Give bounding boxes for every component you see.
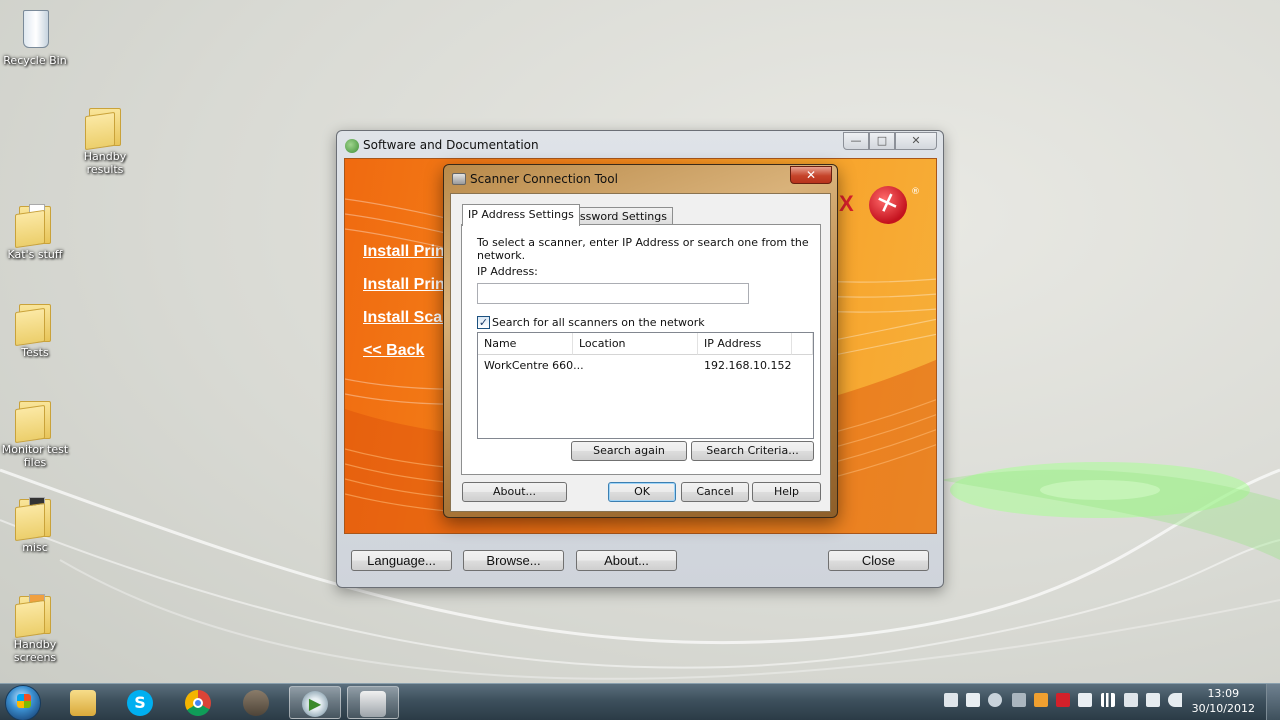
volume-icon[interactable]: [1168, 693, 1182, 707]
scanner-ip-cell: 192.168.10.152: [704, 359, 792, 372]
cancel-button[interactable]: Cancel: [681, 482, 749, 502]
desktop-icon-label: Handby results: [83, 150, 127, 176]
desktop-icon-tests[interactable]: Tests: [0, 300, 72, 359]
windows-logo-icon: [17, 694, 31, 708]
search-network-label: Search for all scanners on the network: [492, 316, 705, 329]
clock-date: 30/10/2012: [1191, 702, 1255, 715]
desktop-icon-handby-screens[interactable]: Handby screens: [0, 592, 72, 664]
column-header-name[interactable]: Name: [478, 333, 573, 355]
ip-address-input[interactable]: [477, 283, 749, 304]
folder-icon: [15, 300, 55, 347]
folder-icon: [15, 397, 55, 444]
network-signal-icon[interactable]: [1101, 693, 1115, 707]
language-button[interactable]: Language...: [351, 550, 452, 571]
printer-tray-icon[interactable]: [944, 693, 958, 707]
search-criteria-button[interactable]: Search Criteria...: [691, 441, 814, 461]
scanner-name-cell: WorkCentre 660...: [484, 359, 584, 372]
chrome-icon: [185, 690, 211, 716]
network-tray-icon[interactable]: [1124, 693, 1138, 707]
install-print-driver-link[interactable]: Install Print: [363, 243, 450, 261]
xerox-logo-icon: ✕: [869, 186, 907, 224]
back-link[interactable]: << Back: [363, 342, 424, 360]
power-tray-icon[interactable]: [1146, 693, 1160, 707]
search-network-checkbox[interactable]: ✓: [477, 316, 490, 329]
device-tray-icon[interactable]: [1012, 693, 1026, 707]
show-desktop-button[interactable]: [1266, 684, 1280, 720]
about-button[interactable]: About...: [576, 550, 677, 571]
media-player-icon: ▶: [302, 691, 328, 717]
close-button[interactable]: Close: [828, 550, 929, 571]
ip-settings-panel: To select a scanner, enter IP Address or…: [461, 224, 821, 475]
minimize-button[interactable]: —: [843, 132, 869, 150]
desktop-icon-recycle-bin[interactable]: Recycle Bin: [0, 8, 72, 67]
desktop-icon-label: Tests: [21, 346, 49, 359]
maximize-button[interactable]: □: [869, 132, 895, 150]
desktop-icon-label: Handby screens: [13, 638, 57, 664]
system-clock[interactable]: 13:09 30/10/2012: [1192, 686, 1255, 716]
dialog-close-button[interactable]: ✕: [790, 166, 832, 184]
action-center-flag-icon[interactable]: [1078, 693, 1092, 707]
start-button[interactable]: [5, 685, 41, 720]
drive-tray-icon[interactable]: [988, 693, 1002, 707]
ati-tray-icon[interactable]: [1056, 693, 1070, 707]
scanner-connection-dialog: Scanner Connection Tool ✕ IP Address Set…: [443, 164, 838, 518]
desktop-icon-label: Recycle Bin: [3, 54, 67, 67]
folder-icon: [15, 495, 55, 542]
security-tray-icon[interactable]: [1034, 693, 1048, 707]
help-button[interactable]: Help: [752, 482, 821, 502]
app-icon: [345, 139, 359, 153]
folder-icon: [85, 104, 125, 151]
column-header-filler: [792, 333, 813, 355]
desktop-icon-misc[interactable]: misc: [0, 495, 72, 554]
scanner-tool-icon: [360, 691, 386, 717]
windows-explorer-icon: [70, 690, 96, 716]
dialog-body: IP Address Settings Password Settings To…: [450, 193, 831, 512]
registered-mark: ®: [911, 187, 920, 197]
ok-button[interactable]: OK: [608, 482, 676, 502]
install-scan-link[interactable]: Install Scar: [363, 309, 448, 327]
taskbar-gimp[interactable]: [231, 686, 283, 719]
desktop-icon-monitor-test-files[interactable]: Monitor test files: [0, 397, 72, 469]
skype-icon: S: [127, 690, 153, 716]
gimp-icon: [243, 690, 269, 716]
desktop-icon-label: Monitor test files: [1, 443, 69, 469]
search-again-button[interactable]: Search again: [571, 441, 687, 461]
instruction-text: To select a scanner, enter IP Address or…: [477, 236, 809, 262]
xerox-logo-text: X: [839, 191, 854, 216]
taskbar-explorer[interactable]: [58, 686, 110, 719]
desktop-icon-handby-results[interactable]: Handby results: [68, 104, 142, 176]
folder-icon: [15, 202, 55, 249]
window-title: Software and Documentation: [363, 138, 539, 152]
tab-ip-address-settings[interactable]: IP Address Settings: [462, 204, 580, 226]
scanner-list[interactable]: Name Location IP Address WorkCentre 660.…: [477, 332, 814, 439]
window-close-button[interactable]: ✕: [895, 132, 937, 150]
desktop-icon-label: Kat's stuff: [7, 248, 63, 261]
caption-buttons: — □ ✕: [843, 132, 937, 150]
desktop-icon-label: misc: [22, 541, 48, 554]
column-header-location[interactable]: Location: [573, 333, 698, 355]
taskbar-skype[interactable]: S: [115, 686, 167, 719]
display-tray-icon[interactable]: [966, 693, 980, 707]
taskbar-scanner-tool[interactable]: [347, 686, 399, 719]
browse-button[interactable]: Browse...: [463, 550, 564, 571]
taskbar-media-player[interactable]: ▶: [289, 686, 341, 719]
install-print-utility-link[interactable]: Install Print: [363, 276, 450, 294]
scanner-icon: [452, 173, 466, 185]
taskbar-chrome[interactable]: [173, 686, 225, 719]
dialog-about-button[interactable]: About...: [462, 482, 567, 502]
folder-icon: [15, 592, 55, 639]
recycle-bin-icon: [15, 8, 55, 52]
dialog-title: Scanner Connection Tool: [470, 172, 618, 186]
desktop-icon-kats-stuff[interactable]: Kat's stuff: [0, 202, 72, 261]
ip-address-label: IP Address:: [477, 265, 538, 278]
column-header-ip-address[interactable]: IP Address: [698, 333, 792, 355]
clock-time: 13:09: [1207, 687, 1240, 700]
